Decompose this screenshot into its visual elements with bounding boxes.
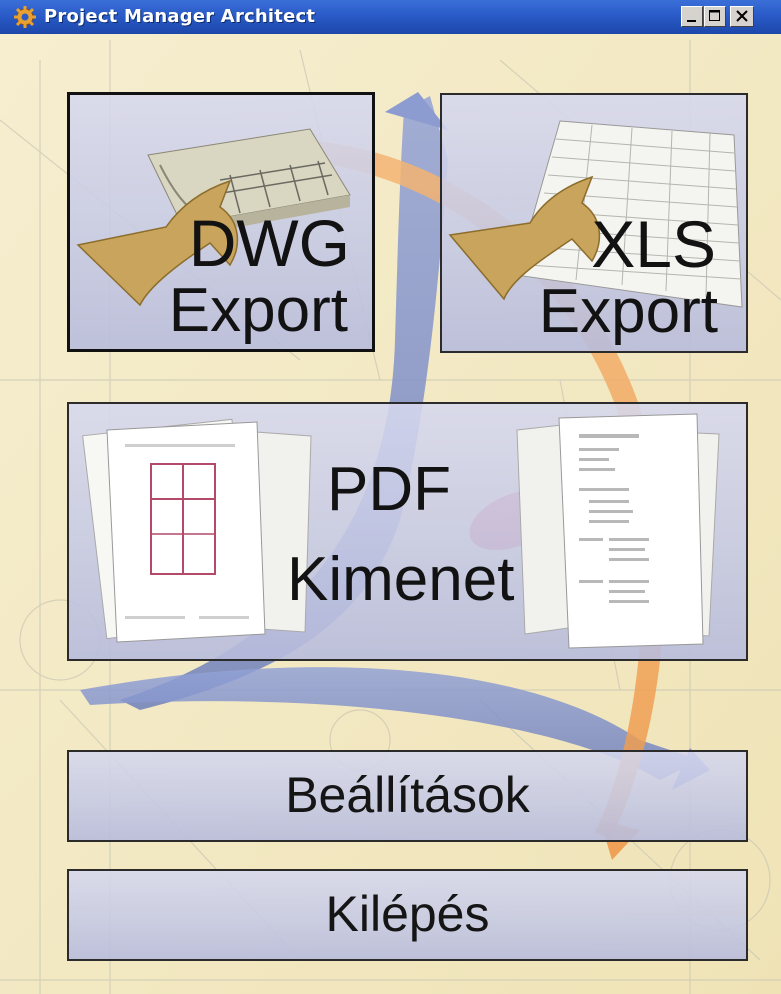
close-button[interactable] (730, 6, 754, 27)
close-icon (736, 10, 748, 22)
exit-button-label: Kilépés (325, 886, 490, 942)
pdf-label-line1: PDF (327, 455, 451, 524)
maximize-button[interactable] (704, 6, 726, 27)
xls-label-line2: Export (538, 277, 718, 346)
title-bar[interactable]: Project Manager Architect (0, 0, 781, 34)
dwg-export-button[interactable]: DWG Export (67, 92, 375, 352)
pdf-preview-image (82, 413, 720, 649)
xls-export-button[interactable]: XLS Export (440, 93, 748, 353)
app-window: Project Manager Architect DWG Export XLS… (0, 0, 781, 994)
minimize-icon (687, 20, 696, 22)
maximize-icon (709, 10, 720, 21)
settings-button-label: Beállítások (285, 767, 530, 823)
minimize-button[interactable] (681, 6, 703, 27)
dwg-label-line2: Export (168, 276, 348, 345)
gear-icon (14, 6, 36, 28)
xls-label-line1: XLS (591, 207, 716, 281)
settings-button[interactable]: Beállítások (67, 750, 748, 842)
window-title: Project Manager Architect (44, 6, 316, 27)
dwg-label-line1: DWG (188, 206, 350, 280)
pdf-label-line2: Kimenet (287, 545, 515, 614)
pdf-output-button[interactable]: PDF Kimenet (67, 402, 748, 661)
exit-button[interactable]: Kilépés (67, 869, 748, 961)
